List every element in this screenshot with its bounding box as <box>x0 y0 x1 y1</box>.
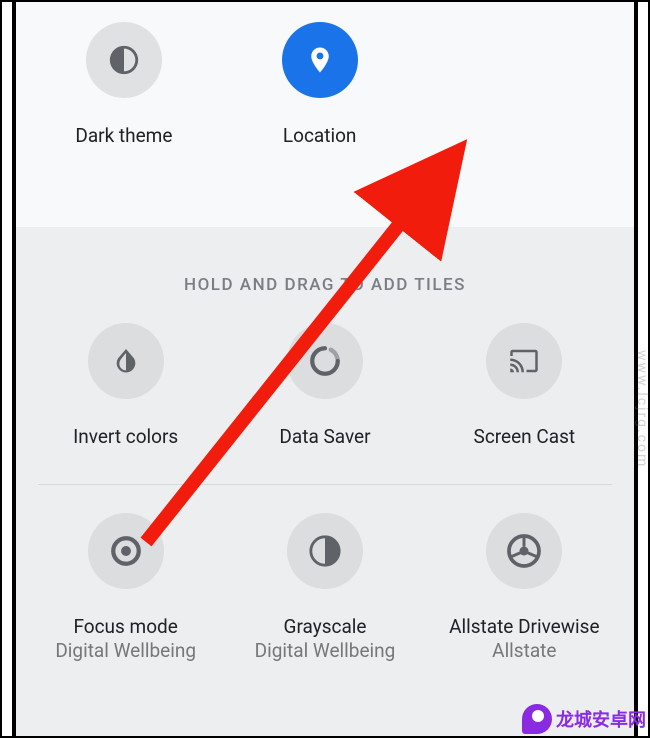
tile-location[interactable]: Location <box>222 22 418 227</box>
focus-mode-icon <box>88 513 164 589</box>
dark-theme-icon <box>86 22 162 98</box>
invert-colors-icon <box>88 323 164 399</box>
grayscale-icon <box>287 513 363 589</box>
tile-label: Allstate Drivewise <box>449 615 599 640</box>
location-icon <box>282 22 358 98</box>
data-saver-icon <box>287 323 363 399</box>
tile-sublabel: Digital Wellbeing <box>55 639 196 664</box>
tile-dark-theme[interactable]: Dark theme <box>26 22 222 227</box>
quick-settings-editor: Dark theme Location HOLD AND DRAG TO ADD… <box>16 2 634 736</box>
tile-invert-colors[interactable]: Invert colors <box>26 323 225 450</box>
tile-allstate-drivewise[interactable]: Allstate Drivewise Allstate <box>425 513 624 664</box>
available-tiles-section: HOLD AND DRAG TO ADD TILES Invert colors… <box>16 227 634 736</box>
tile-data-saver[interactable]: Data Saver <box>225 323 424 450</box>
tile-screen-cast[interactable]: Screen Cast <box>425 323 624 450</box>
tile-label: Dark theme <box>75 124 172 149</box>
section-header: HOLD AND DRAG TO ADD TILES <box>16 275 634 295</box>
watermark-brand: 龙城安卓网 <box>522 704 646 734</box>
watermark-text: 龙城安卓网 <box>556 706 646 732</box>
watermark-url: www.lcjrg.com <box>634 350 650 468</box>
tile-label: Grayscale <box>284 615 367 640</box>
cast-icon <box>486 323 562 399</box>
divider <box>38 484 612 485</box>
tile-sublabel: Allstate <box>492 639 556 664</box>
watermark-logo-icon <box>522 704 552 734</box>
tile-label: Location <box>283 124 357 149</box>
tile-label: Focus mode <box>73 615 177 640</box>
tile-label: Data Saver <box>279 425 370 450</box>
tile-label: Screen Cast <box>474 425 576 450</box>
drivewise-icon <box>486 513 562 589</box>
active-tiles-section: Dark theme Location <box>16 2 634 227</box>
tile-label: Invert colors <box>73 425 178 450</box>
tile-focus-mode[interactable]: Focus mode Digital Wellbeing <box>26 513 225 664</box>
tile-sublabel: Digital Wellbeing <box>255 639 396 664</box>
tile-grayscale[interactable]: Grayscale Digital Wellbeing <box>225 513 424 664</box>
